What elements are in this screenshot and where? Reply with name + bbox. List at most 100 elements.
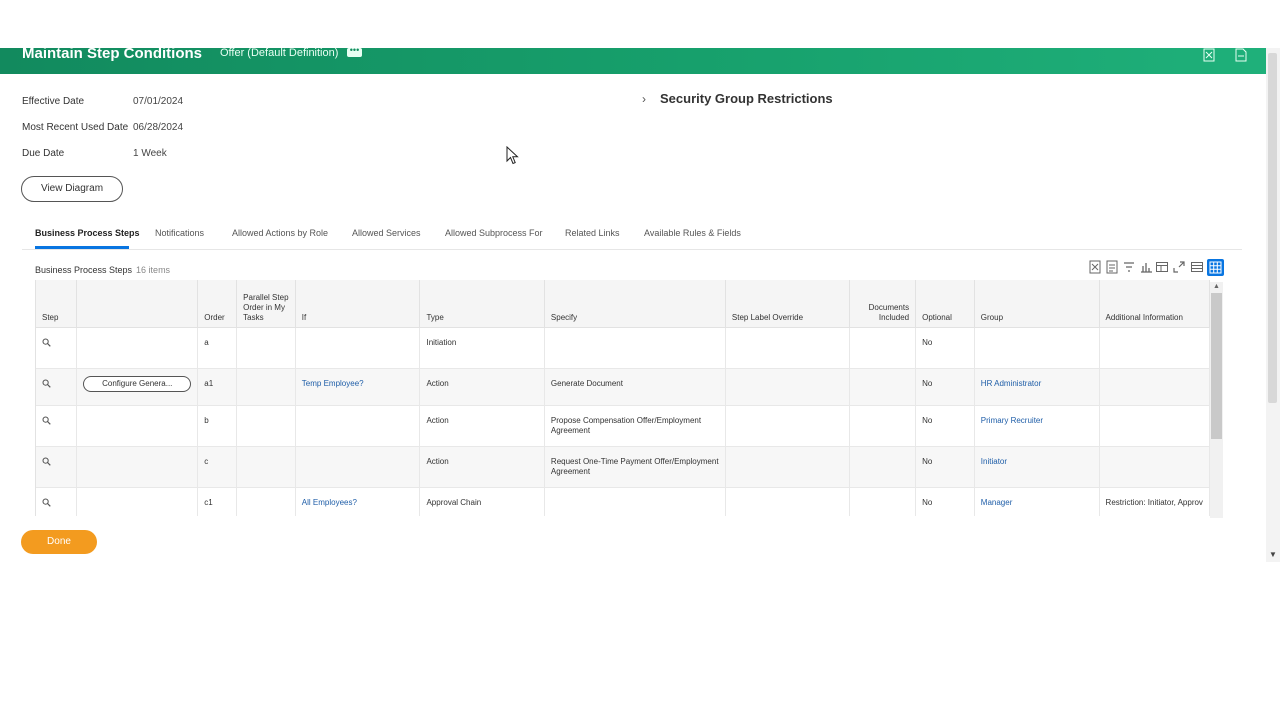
additional-cell (1099, 446, 1210, 488)
if-cell[interactable]: All Employees? (295, 487, 421, 516)
label-override-cell (725, 327, 851, 369)
chart-icon[interactable] (1139, 260, 1153, 274)
column-header-group[interactable]: Group (974, 280, 1100, 328)
column-header-documents-included[interactable]: Documents Included (849, 280, 917, 328)
order-cell: c1 (197, 487, 238, 516)
label-override-cell (725, 405, 851, 447)
parallel-cell (236, 405, 296, 447)
parallel-cell (236, 327, 296, 369)
table-row: c1 All Employees? Approval Chain No Mana… (36, 487, 1210, 516)
group-cell[interactable] (974, 327, 1100, 369)
type-cell: Action (419, 405, 545, 447)
step-cell[interactable] (36, 446, 78, 488)
optional-cell: No (915, 446, 975, 488)
parallel-cell (236, 487, 296, 516)
column-header-optional[interactable]: Optional (915, 280, 975, 328)
filter-icon[interactable] (1122, 260, 1136, 274)
type-cell: Action (419, 446, 545, 488)
grid-item-count: 16 items (136, 265, 171, 275)
button-cell (76, 446, 199, 488)
fullscreen-icon[interactable] (1172, 260, 1186, 274)
excel-export-icon[interactable] (1203, 48, 1215, 62)
due-date-value: 1 Week (133, 148, 167, 159)
page-header: Maintain Step Conditions Offer (Default … (0, 48, 1266, 74)
order-cell: b (197, 405, 238, 447)
documents-cell (849, 405, 917, 447)
optional-cell: No (915, 327, 975, 369)
grid-title: Business Process Steps (35, 265, 133, 275)
footer-bar (0, 518, 1266, 562)
documents-cell (849, 368, 917, 406)
order-cell: c (197, 446, 238, 488)
group-cell[interactable]: HR Administrator (974, 368, 1100, 406)
magnifier-icon[interactable] (42, 379, 51, 388)
documents-cell (849, 446, 917, 488)
column-header-step[interactable]: Step (36, 280, 78, 328)
table-row: b Action Propose Compensation Offer/Empl… (36, 405, 1210, 447)
magnifier-icon[interactable] (42, 498, 51, 507)
documents-cell (849, 487, 917, 516)
tab-related-links[interactable]: Related Links (565, 228, 620, 238)
pdf-export-icon[interactable] (1235, 48, 1247, 62)
grid-scrollbar-thumb[interactable] (1211, 293, 1222, 439)
page-scrollbar[interactable]: ▼ (1266, 48, 1280, 562)
additional-cell: Restriction: Initiator, Approv (1099, 487, 1210, 516)
grid-view-button[interactable] (1207, 259, 1224, 276)
step-cell[interactable] (36, 327, 78, 369)
step-cell[interactable] (36, 487, 78, 516)
group-cell[interactable]: Initiator (974, 446, 1100, 488)
if-cell[interactable] (295, 446, 421, 488)
step-cell[interactable] (36, 405, 78, 447)
column-config-icon[interactable] (1155, 260, 1169, 274)
column-header-step-label-override[interactable]: Step Label Override (725, 280, 851, 328)
pdf-export-icon[interactable] (1105, 260, 1119, 274)
tab-allowed-subprocess-for[interactable]: Allowed Subprocess For (445, 228, 543, 238)
group-cell[interactable]: Primary Recruiter (974, 405, 1100, 447)
column-header-specify[interactable]: Specify (544, 280, 726, 328)
view-diagram-button[interactable]: View Diagram (21, 176, 123, 202)
page-subtitle[interactable]: Offer (Default Definition) (220, 48, 338, 59)
column-header-order[interactable]: Order (197, 280, 238, 328)
magnifier-icon[interactable] (42, 338, 51, 347)
documents-cell (849, 327, 917, 369)
column-header-type[interactable]: Type (419, 280, 545, 328)
tab-business-process-steps[interactable]: Business Process Steps (35, 228, 140, 238)
page: Maintain Step Conditions Offer (Default … (0, 0, 1280, 720)
task-page: Maintain Step Conditions Offer (Default … (0, 48, 1266, 562)
tab-notifications[interactable]: Notifications (155, 228, 204, 238)
ellipsis-icon[interactable]: ••• (347, 48, 362, 57)
table-view-icon[interactable] (1190, 260, 1204, 274)
grid-scrollbar[interactable]: ▲ (1210, 282, 1223, 518)
button-cell (76, 327, 199, 369)
magnifier-icon[interactable] (42, 457, 51, 466)
column-header-parallel-step-order[interactable]: Parallel Step Order in My Tasks (236, 280, 296, 328)
excel-export-icon[interactable] (1088, 260, 1102, 274)
configure-generate-document-button[interactable]: Configure Genera... (83, 375, 192, 392)
specify-cell: Propose Compensation Offer/Employment Ag… (544, 405, 726, 447)
type-cell: Action (419, 368, 545, 406)
tab-allowed-services[interactable]: Allowed Services (352, 228, 421, 238)
chevron-right-icon: › (642, 92, 646, 106)
order-cell: a1 (197, 368, 238, 406)
table-row: Configure Genera... a1 Temp Employee? Ac… (36, 368, 1210, 406)
tab-allowed-actions-by-role[interactable]: Allowed Actions by Role (232, 228, 328, 238)
if-cell (295, 327, 421, 369)
step-cell[interactable] (36, 368, 78, 406)
optional-cell: No (915, 368, 975, 406)
if-cell[interactable] (295, 405, 421, 447)
column-header-additional-information[interactable]: Additional Information (1099, 280, 1210, 328)
steps-table: Step Order Parallel Step Order in My Tas… (36, 280, 1210, 516)
specify-cell (544, 487, 726, 516)
most-recent-used-date-value: 06/28/2024 (133, 122, 184, 133)
scroll-down-icon[interactable]: ▼ (1269, 550, 1277, 559)
done-button[interactable]: Done (21, 530, 97, 554)
tab-available-rules-fields[interactable]: Available Rules & Fields (644, 228, 741, 238)
if-cell[interactable]: Temp Employee? (295, 368, 421, 406)
scroll-up-icon[interactable]: ▲ (1213, 283, 1220, 290)
optional-cell: No (915, 487, 975, 516)
page-scrollbar-thumb[interactable] (1268, 53, 1277, 403)
group-cell[interactable]: Manager (974, 487, 1100, 516)
parallel-cell (236, 368, 296, 406)
magnifier-icon[interactable] (42, 416, 51, 425)
column-header-if[interactable]: If (295, 280, 421, 328)
